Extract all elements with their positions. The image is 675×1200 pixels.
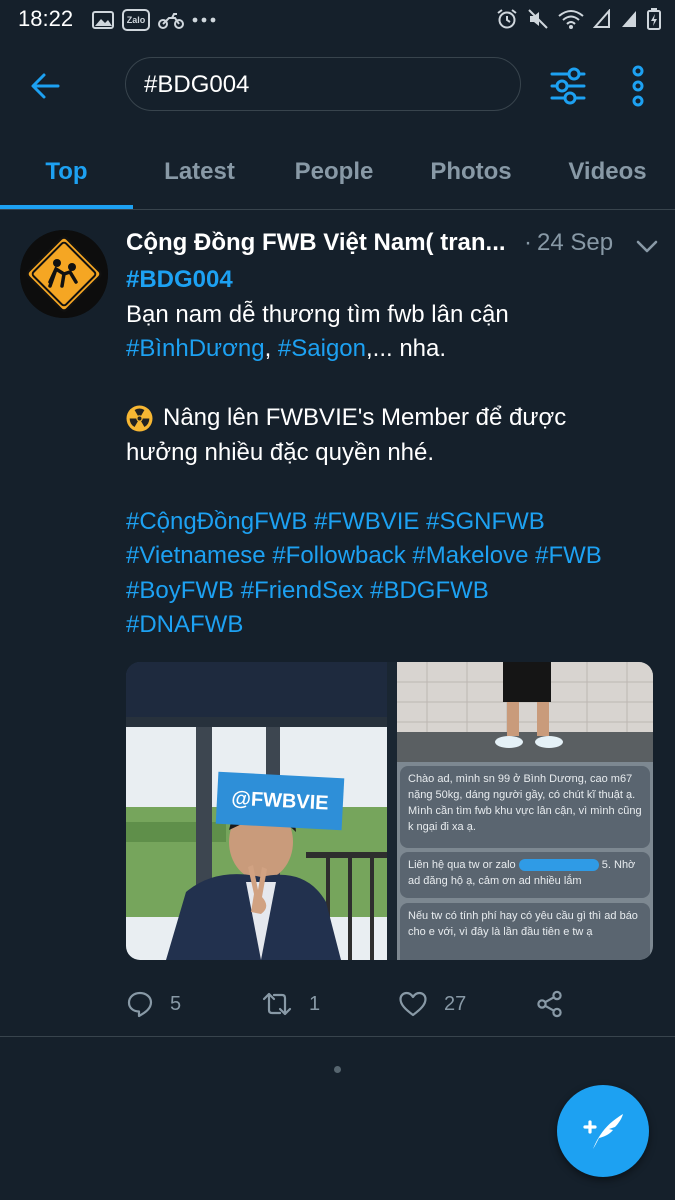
chat-message: Liên hệ qua tw or zalo: [408, 859, 516, 871]
zalo-icon: Zalo: [122, 9, 150, 31]
tweet-date[interactable]: 24 Sep: [537, 229, 613, 257]
motorbike-icon: [158, 13, 184, 29]
chevron-down-icon[interactable]: [634, 235, 660, 257]
wifi-icon: [558, 10, 584, 29]
more-dots-icon: [192, 17, 216, 23]
reply-button[interactable]: 5: [126, 986, 181, 1022]
tweet-line: Bạn nam dễ thương tìm fwb lân cận: [126, 300, 509, 328]
chat-bubble: Liên hệ qua tw or zalo 5. Nhờ ad đăng hộ…: [400, 852, 650, 898]
search-header: #BDG004: [0, 50, 675, 122]
media-photo-left[interactable]: @FWBVIE: [126, 662, 387, 960]
photo-tag-overlay: @FWBVIE: [215, 771, 345, 831]
more-options-button[interactable]: [620, 64, 656, 108]
search-filter-button[interactable]: [548, 66, 592, 106]
tweet-card[interactable]: Cộng Đồng FWB Việt Nam( tran... · 24 Sep…: [0, 211, 675, 1037]
compose-tweet-icon: [583, 1114, 623, 1149]
heart-icon: [399, 991, 427, 1017]
tab-people[interactable]: People: [266, 140, 402, 209]
header-separator: ·: [524, 229, 532, 256]
author-name[interactable]: Cộng Đồng FWB Việt Nam( tran...: [126, 229, 506, 257]
search-input[interactable]: #BDG004: [125, 57, 521, 111]
back-button[interactable]: [22, 64, 70, 108]
signal-icon: [622, 11, 636, 27]
reply-icon: [127, 991, 153, 1018]
chat-message: Chào ad, mình sn 99 ở Bình Dương, cao m6…: [408, 773, 642, 833]
warning-sign-logo: [20, 230, 108, 318]
tweet-line: Nâng lên FWBVIE's Member để được: [163, 404, 567, 431]
tab-top[interactable]: Top: [0, 140, 133, 209]
tweet-header: Cộng Đồng FWB Việt Nam( tran... · 24 Sep: [126, 229, 666, 265]
tab-videos[interactable]: Videos: [540, 140, 675, 209]
hashtag-link[interactable]: #BDG004: [126, 266, 233, 293]
photo-legs: [397, 662, 653, 762]
image-icon: [92, 11, 114, 29]
battery-icon: [647, 8, 661, 30]
like-button[interactable]: 27: [398, 986, 466, 1022]
photo-tag-text: @FWBVIE: [230, 786, 330, 815]
reply-count: 5: [170, 992, 182, 1015]
tweet-text: #BDG004 Bạn nam dễ thương tìm fwb lân cậ…: [126, 263, 661, 643]
hashtag-link[interactable]: #Saigon: [278, 335, 366, 362]
loading-indicator-dot: [334, 1066, 341, 1073]
hashtag-link[interactable]: #BìnhDương: [126, 335, 265, 362]
retweet-count: 1: [309, 992, 321, 1015]
arrow-left-icon: [31, 73, 60, 99]
chat-bubble: Chào ad, mình sn 99 ở Bình Dương, cao m6…: [400, 766, 650, 848]
search-query: #BDG004: [144, 71, 250, 98]
alarm-icon: [497, 9, 517, 29]
hashtag-line[interactable]: #DNAFWB: [126, 608, 661, 643]
chat-message: Nếu tw có tính phí hay có yêu cầu gì thì…: [408, 910, 638, 938]
signal-icon: [593, 9, 610, 28]
retweet-icon: [262, 992, 292, 1016]
mute-icon: [528, 9, 548, 29]
avatar[interactable]: [20, 230, 108, 318]
share-icon: [537, 990, 562, 1018]
tweet-line: hưởng nhiều đặc quyền nhé.: [126, 438, 435, 466]
retweet-button[interactable]: 1: [261, 986, 320, 1022]
compose-tweet-button[interactable]: [557, 1085, 649, 1177]
hashtag-line[interactable]: #BoyFWB #FriendSex #BDGFWB: [126, 574, 661, 609]
sliders-icon: [550, 67, 586, 105]
tweet-text-fragment: ,... nha.: [365, 335, 447, 362]
tab-latest[interactable]: Latest: [133, 140, 266, 209]
radioactive-emoji-icon: [126, 405, 153, 432]
tweet-actions: 5 1 27: [126, 986, 586, 1022]
media-screenshot-right[interactable]: Chào ad, mình sn 99 ở Bình Dương, cao m6…: [397, 662, 653, 960]
active-tab-indicator: [0, 205, 133, 209]
chat-bubble: Nếu tw có tính phí hay có yêu cầu gì thì…: [400, 903, 650, 960]
status-bar: 18:22 Zalo: [0, 0, 675, 38]
status-time: 18:22: [18, 6, 74, 31]
share-button[interactable]: [536, 986, 564, 1022]
tweet-media[interactable]: @FWBVIE Chào ad, mình sn 99 ở Bình Dương…: [126, 662, 653, 960]
tab-photos[interactable]: Photos: [402, 140, 540, 209]
hashtag-line[interactable]: #CộngĐồngFWB #FWBVIE #SGNFWB: [126, 505, 661, 540]
search-tabs: Top Latest People Photos Videos: [0, 140, 675, 210]
vertical-dots-icon: [632, 65, 644, 107]
tweet-text-fragment: ,: [264, 335, 278, 362]
hashtag-line[interactable]: #Vietnamese #Followback #Makelove #FWB: [126, 539, 661, 574]
redacted-scribble: [518, 859, 599, 872]
like-count: 27: [444, 992, 467, 1015]
